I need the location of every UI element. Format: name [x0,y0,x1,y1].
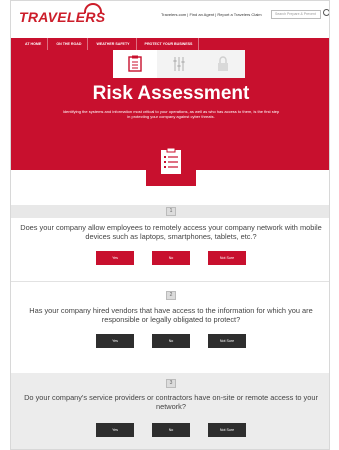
no-button[interactable]: No [152,334,190,348]
yes-button[interactable]: Yes [96,334,134,348]
lock-icon [218,56,228,71]
tab-security[interactable] [201,50,245,78]
no-button[interactable]: No [152,423,190,437]
category-tabs [113,50,245,78]
question-3: 3 Do your company's service providers or… [11,373,329,449]
nav-item-on-the-road[interactable]: On The Road [50,38,89,50]
clipboard-icon [161,147,181,174]
page-title: Risk Assessment [92,83,250,104]
question-text: Has your company hired vendors that have… [29,306,313,324]
page-frame: TRAVELERS Travelers.com | Find an Agent … [10,0,330,450]
umbrella-logo-icon [84,3,102,13]
answer-group: Yes No Not Sure [11,251,329,265]
no-button[interactable]: No [152,251,190,265]
hero-subtitle: Identifying the systems and information … [62,109,280,119]
question-text: Does your company allow employees to rem… [20,223,322,241]
question-number: 3 [166,379,176,388]
clipboard-icon [128,55,142,72]
main-nav: At Home On The Road Weather Safety Prote… [11,38,329,50]
question-number: 1 [166,207,176,216]
question-number: 2 [166,291,176,300]
search-input[interactable]: Search Prepare & Prevent [271,10,321,19]
not-sure-button[interactable]: Not Sure [208,251,246,265]
not-sure-button[interactable]: Not Sure [208,334,246,348]
nav-item-weather-safety[interactable]: Weather Safety [90,38,137,50]
sliders-icon [173,57,185,71]
answer-group: Yes No Not Sure [11,423,329,437]
top-header: TRAVELERS Travelers.com | Find an Agent … [11,1,329,37]
tab-risk-assessment[interactable] [113,50,157,78]
assessment-badge [146,136,196,186]
tab-controls[interactable] [157,50,201,78]
question-text: Do your company's service providers or c… [24,393,318,411]
nav-item-protect-business[interactable]: Protect Your Business [139,38,200,50]
nav-item-at-home[interactable]: At Home [19,38,49,50]
section-divider [11,281,329,282]
search-icon[interactable] [323,9,329,16]
yes-button[interactable]: Yes [96,251,134,265]
hero-banner: Risk Assessment Identifying the systems … [11,50,329,186]
yes-button[interactable]: Yes [96,423,134,437]
answer-group: Yes No Not Sure [11,334,329,348]
not-sure-button[interactable]: Not Sure [208,423,246,437]
top-links[interactable]: Travelers.com | Find an Agent | Report a… [161,12,262,17]
